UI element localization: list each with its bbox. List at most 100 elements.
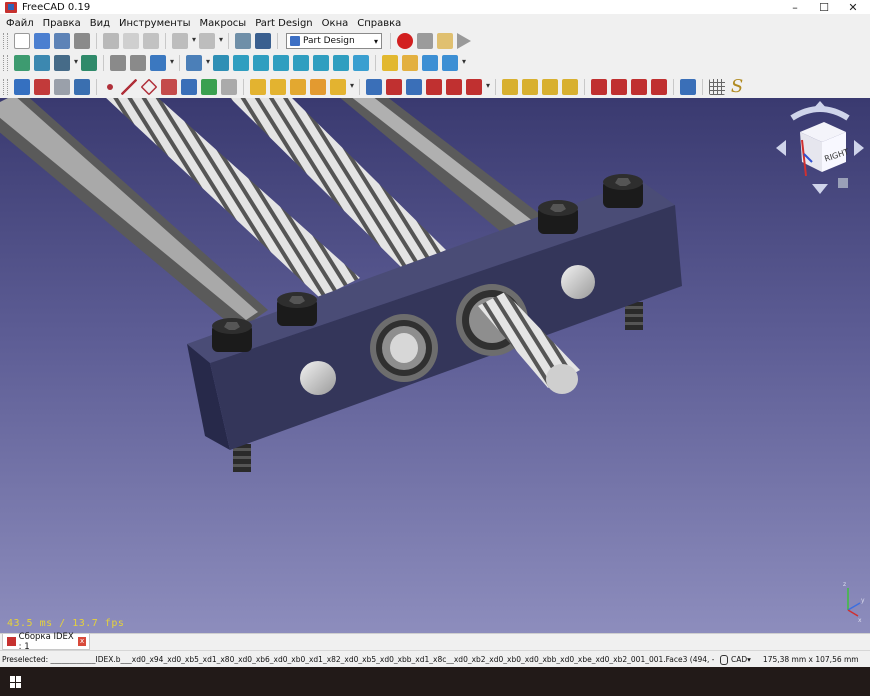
new-document-icon[interactable] bbox=[14, 33, 30, 49]
menu-part-design[interactable]: Part Design bbox=[255, 18, 312, 29]
measure-distance-icon[interactable] bbox=[353, 55, 369, 71]
socket-screw-4[interactable] bbox=[603, 174, 643, 208]
mounting-hole-right[interactable] bbox=[561, 265, 595, 299]
separator bbox=[165, 33, 166, 49]
menu-file[interactable]: Файл bbox=[6, 18, 34, 29]
stop-macro-icon[interactable] bbox=[417, 33, 433, 49]
forward-arrow-icon[interactable] bbox=[130, 55, 146, 71]
cut-icon[interactable] bbox=[103, 33, 119, 49]
bolt-bottom-left[interactable] bbox=[233, 444, 251, 472]
sync-view-icon[interactable] bbox=[150, 55, 174, 71]
minimize-button[interactable]: – bbox=[782, 0, 808, 14]
socket-screw-3[interactable] bbox=[538, 200, 578, 234]
snap-s-icon[interactable]: S bbox=[729, 78, 745, 96]
bolt-bottom-right[interactable] bbox=[625, 302, 643, 330]
windows-start-icon[interactable] bbox=[10, 676, 22, 688]
bounding-box-icon[interactable] bbox=[81, 55, 97, 71]
smooth-rod-left[interactable] bbox=[0, 98, 268, 331]
refresh-icon[interactable] bbox=[235, 33, 251, 49]
part-icon[interactable] bbox=[382, 55, 398, 71]
mirrored-icon[interactable] bbox=[502, 79, 518, 95]
open-folder-icon[interactable] bbox=[34, 33, 50, 49]
socket-screw-2[interactable] bbox=[277, 292, 317, 326]
fit-all-icon[interactable] bbox=[14, 55, 30, 71]
toolbar-grip[interactable] bbox=[3, 33, 8, 49]
right-view-icon[interactable] bbox=[273, 55, 289, 71]
print-icon[interactable] bbox=[74, 33, 90, 49]
back-arrow-icon[interactable] bbox=[110, 55, 126, 71]
group-folder-icon[interactable] bbox=[402, 55, 418, 71]
edit-macro-icon[interactable] bbox=[437, 33, 453, 49]
sketcher-grid-icon[interactable] bbox=[709, 79, 725, 95]
menu-tools[interactable]: Инструменты bbox=[119, 18, 191, 29]
menu-edit[interactable]: Правка bbox=[43, 18, 81, 29]
boolean-icon[interactable] bbox=[680, 79, 696, 95]
menu-macros[interactable]: Макросы bbox=[200, 18, 247, 29]
thickness-icon[interactable] bbox=[651, 79, 667, 95]
groove-icon[interactable] bbox=[406, 79, 422, 95]
socket-screw-1[interactable] bbox=[212, 318, 252, 352]
sprocket-icon[interactable] bbox=[221, 79, 237, 95]
record-macro-icon[interactable] bbox=[397, 33, 413, 49]
additive-primitive-icon[interactable] bbox=[330, 79, 354, 95]
navigation-style-selector[interactable]: CAD ▾ bbox=[720, 654, 751, 665]
menu-help[interactable]: Справка bbox=[357, 18, 401, 29]
workbench-selector[interactable]: Part Design ▾ bbox=[286, 33, 382, 49]
whats-this-icon[interactable] bbox=[255, 33, 271, 49]
pocket-icon[interactable] bbox=[366, 79, 382, 95]
local-cs-icon[interactable] bbox=[161, 79, 177, 95]
datum-point-icon[interactable] bbox=[107, 84, 113, 90]
mounting-hole-left[interactable] bbox=[300, 361, 336, 395]
validate-sketch-icon[interactable] bbox=[54, 79, 70, 95]
rear-view-icon[interactable] bbox=[293, 55, 309, 71]
document-tab[interactable]: Сборка IDEX : 1 x bbox=[2, 632, 90, 652]
navigation-cube[interactable]: RIGHT bbox=[776, 101, 864, 194]
bearing-left[interactable] bbox=[370, 314, 438, 382]
front-view-icon[interactable] bbox=[233, 55, 249, 71]
revolution-icon[interactable] bbox=[270, 79, 286, 95]
run-macro-icon[interactable] bbox=[457, 33, 471, 49]
maximize-button[interactable]: ☐ bbox=[811, 0, 837, 14]
link-actions-icon[interactable] bbox=[442, 55, 466, 71]
toolbar-grip[interactable] bbox=[3, 79, 8, 95]
draw-style-icon[interactable] bbox=[54, 55, 78, 71]
shape-binder-icon[interactable] bbox=[74, 79, 90, 95]
multi-transform-icon[interactable] bbox=[562, 79, 578, 95]
clone-icon[interactable] bbox=[181, 79, 197, 95]
subtractive-pipe-icon[interactable] bbox=[446, 79, 462, 95]
draft-icon[interactable] bbox=[631, 79, 647, 95]
std-views-icon[interactable] bbox=[186, 55, 210, 71]
isometric-view-icon[interactable] bbox=[213, 55, 229, 71]
redo-icon[interactable] bbox=[199, 33, 223, 49]
copy-icon[interactable] bbox=[123, 33, 139, 49]
close-button[interactable]: ✕ bbox=[840, 0, 866, 14]
subshape-binder-icon[interactable] bbox=[201, 79, 217, 95]
paste-icon[interactable] bbox=[143, 33, 159, 49]
save-icon[interactable] bbox=[54, 33, 70, 49]
fit-selection-icon[interactable] bbox=[34, 55, 50, 71]
close-tab-icon[interactable]: x bbox=[78, 637, 86, 646]
additive-pipe-icon[interactable] bbox=[310, 79, 326, 95]
polar-pattern-icon[interactable] bbox=[542, 79, 558, 95]
link-icon[interactable] bbox=[422, 55, 438, 71]
fillet-icon[interactable] bbox=[591, 79, 607, 95]
hole-icon[interactable] bbox=[386, 79, 402, 95]
left-view-icon[interactable] bbox=[333, 55, 349, 71]
toolbar-grip[interactable] bbox=[3, 55, 8, 71]
subtractive-loft-icon[interactable] bbox=[426, 79, 442, 95]
linear-pattern-icon[interactable] bbox=[522, 79, 538, 95]
datum-line-icon[interactable] bbox=[121, 79, 137, 95]
body-icon[interactable] bbox=[14, 79, 30, 95]
top-view-icon[interactable] bbox=[253, 55, 269, 71]
3d-viewport[interactable]: RIGHT z y x 43.5 ms / 13.7 fps bbox=[0, 98, 870, 633]
menu-view[interactable]: Вид bbox=[90, 18, 110, 29]
pad-icon[interactable] bbox=[250, 79, 266, 95]
bottom-view-icon[interactable] bbox=[313, 55, 329, 71]
menu-windows[interactable]: Окна bbox=[322, 18, 349, 29]
datum-plane-icon[interactable] bbox=[140, 78, 158, 96]
subtractive-primitive-icon[interactable] bbox=[466, 79, 490, 95]
sketch-icon[interactable] bbox=[34, 79, 50, 95]
undo-icon[interactable] bbox=[172, 33, 196, 49]
additive-loft-icon[interactable] bbox=[290, 79, 306, 95]
chamfer-icon[interactable] bbox=[611, 79, 627, 95]
